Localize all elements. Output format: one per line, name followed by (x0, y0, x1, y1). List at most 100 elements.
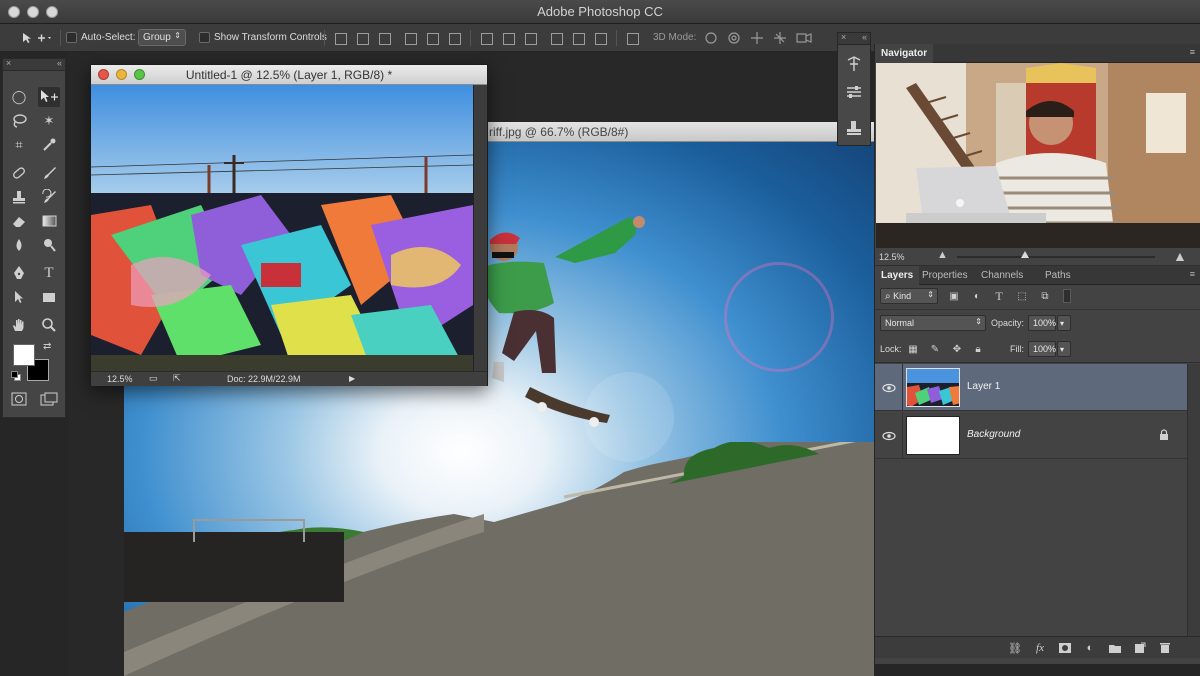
dodge-tool-icon[interactable] (38, 235, 60, 255)
add-mask-icon[interactable] (1057, 641, 1073, 655)
layer-visibility-toggle[interactable] (875, 364, 903, 411)
tab-channels[interactable]: Channels (975, 266, 1029, 285)
navigator-zoom-slider[interactable] (957, 256, 1155, 258)
tab-navigator[interactable]: Navigator (875, 44, 934, 63)
new-adjustment-layer-icon[interactable]: ◐ (1082, 641, 1098, 655)
lock-all-icon[interactable]: 🔒︎ (971, 342, 985, 356)
collapse-icon[interactable]: « (57, 58, 62, 68)
distribute-top-edges-icon[interactable] (479, 31, 493, 45)
collapse-icon[interactable]: « (862, 32, 867, 42)
history-brush-tool-icon[interactable] (38, 187, 60, 207)
link-layers-icon[interactable]: ⛓︎ (1007, 641, 1023, 655)
lock-image-pixels-icon[interactable]: ✎ (928, 342, 942, 356)
navigator-preview[interactable] (876, 63, 1200, 248)
layer-row-layer-1[interactable]: Layer 1 (875, 364, 1187, 411)
pen-tool-icon[interactable] (8, 263, 30, 283)
layer-name[interactable]: Background (967, 429, 1020, 440)
layer-name[interactable]: Layer 1 (967, 381, 1000, 392)
gradient-tool-icon[interactable] (38, 211, 60, 231)
rectangle-tool-icon[interactable] (38, 287, 60, 307)
default-colors-icon[interactable] (11, 371, 21, 381)
close-icon[interactable]: × (841, 32, 846, 42)
panel-menu-icon[interactable]: ≡ (1190, 47, 1195, 57)
magic-wand-tool-icon[interactable]: ✶ (38, 111, 60, 131)
layer-filter-kind-dropdown[interactable]: ⌕ Kind ⇕ (880, 288, 938, 304)
show-transform-controls-checkbox[interactable] (199, 32, 210, 43)
share-icon[interactable]: ⇱ (173, 373, 181, 384)
elliptical-marquee-tool-icon[interactable]: ◯ (8, 87, 30, 107)
align-horizontal-centers-icon[interactable] (425, 31, 439, 45)
distribute-right-edges-icon[interactable] (593, 31, 607, 45)
zoom-out-icon[interactable]: ▲ (937, 249, 948, 261)
tool-preset-picker[interactable] (20, 30, 54, 46)
fill-dropdown-button[interactable]: ▾ (1057, 341, 1071, 357)
distribute-bottom-edges-icon[interactable] (523, 31, 537, 45)
quick-mask-icon[interactable] (8, 389, 30, 409)
filter-adjustment-layers-icon[interactable]: ◐ (970, 289, 984, 303)
align-top-edges-icon[interactable] (333, 31, 347, 45)
graffiti-image[interactable] (91, 85, 473, 371)
opacity-dropdown-button[interactable]: ▾ (1057, 315, 1071, 331)
eraser-tool-icon[interactable] (8, 211, 30, 231)
tab-properties[interactable]: Properties (916, 266, 974, 285)
lock-position-icon[interactable]: ✥ (950, 342, 964, 356)
foreground-color-swatch[interactable] (13, 344, 35, 366)
swap-colors-icon[interactable]: ⇄ (43, 341, 51, 352)
blend-mode-dropdown[interactable]: Normal ⇕ (880, 315, 986, 331)
filter-shape-layers-icon[interactable]: ⬚ (1015, 289, 1029, 303)
align-right-edges-icon[interactable] (447, 31, 461, 45)
lasso-tool-icon[interactable] (8, 111, 30, 131)
vertical-scrollbar[interactable] (473, 85, 487, 371)
timeline-icon[interactable]: ▭ (149, 373, 158, 384)
zoom-level[interactable]: 12.5% (107, 374, 133, 384)
distribute-horizontal-centers-icon[interactable] (571, 31, 585, 45)
align-vertical-centers-icon[interactable] (355, 31, 369, 45)
zoom-slider-thumb[interactable] (1021, 251, 1029, 258)
distribute-vertical-centers-icon[interactable] (501, 31, 515, 45)
zoom-in-icon[interactable]: ▲ (1173, 248, 1187, 264)
opacity-field[interactable]: 100% (1028, 315, 1056, 331)
filter-toggle-switch[interactable] (1063, 289, 1071, 303)
lock-transparent-pixels-icon[interactable]: ▦ (906, 342, 920, 356)
auto-select-checkbox[interactable] (66, 32, 77, 43)
document-window-untitled[interactable]: Untitled-1 @ 12.5% (Layer 1, RGB/8) * 12… (90, 64, 488, 386)
distribute-left-edges-icon[interactable] (549, 31, 563, 45)
tab-layers[interactable]: Layers (875, 266, 920, 285)
delete-layer-icon[interactable] (1157, 641, 1173, 655)
move-tool-icon[interactable] (38, 87, 60, 107)
document-title-riff[interactable]: riff.jpg @ 66.7% (RGB/8#) (487, 122, 874, 142)
brush-tool-icon[interactable] (38, 163, 60, 183)
status-menu-arrow-icon[interactable]: ▶ (349, 374, 355, 383)
clone-source-icon[interactable] (843, 117, 865, 139)
fill-field[interactable]: 100% (1028, 341, 1056, 357)
layer-visibility-toggle[interactable] (875, 412, 903, 459)
filter-type-layers-icon[interactable]: T (992, 289, 1006, 303)
adjustments-icon[interactable] (843, 81, 865, 103)
navigator-zoom-value[interactable]: 12.5% (879, 252, 905, 262)
auto-select-dropdown[interactable]: Group ⇕ (138, 29, 186, 46)
tool-presets-icon[interactable] (843, 53, 865, 75)
filter-smart-objects-icon[interactable]: ⧉ (1038, 289, 1052, 303)
crop-tool-icon[interactable]: ⌗ (8, 135, 30, 155)
zoom-tool-icon[interactable] (38, 315, 60, 335)
path-selection-tool-icon[interactable] (8, 287, 30, 307)
document-titlebar[interactable]: Untitled-1 @ 12.5% (Layer 1, RGB/8) * (91, 65, 487, 85)
panel-menu-icon[interactable]: ≡ (1190, 269, 1195, 279)
layer-row-background[interactable]: Background (875, 412, 1187, 459)
auto-align-layers-icon[interactable] (625, 31, 639, 45)
3d-mode-icons[interactable] (702, 30, 814, 46)
blur-tool-icon[interactable] (8, 235, 30, 255)
align-left-edges-icon[interactable] (403, 31, 417, 45)
tab-paths[interactable]: Paths (1039, 266, 1077, 285)
layers-scrollbar[interactable] (1187, 364, 1200, 636)
hand-tool-icon[interactable] (8, 315, 30, 335)
type-tool-icon[interactable]: T (38, 263, 60, 283)
close-icon[interactable]: × (6, 58, 11, 68)
clone-stamp-tool-icon[interactable] (8, 187, 30, 207)
new-group-icon[interactable] (1107, 641, 1123, 655)
filter-pixel-layers-icon[interactable]: ▣ (947, 289, 961, 303)
eyedropper-tool-icon[interactable] (38, 135, 60, 155)
align-bottom-edges-icon[interactable] (377, 31, 391, 45)
healing-brush-tool-icon[interactable] (8, 163, 30, 183)
new-layer-icon[interactable] (1132, 641, 1148, 655)
